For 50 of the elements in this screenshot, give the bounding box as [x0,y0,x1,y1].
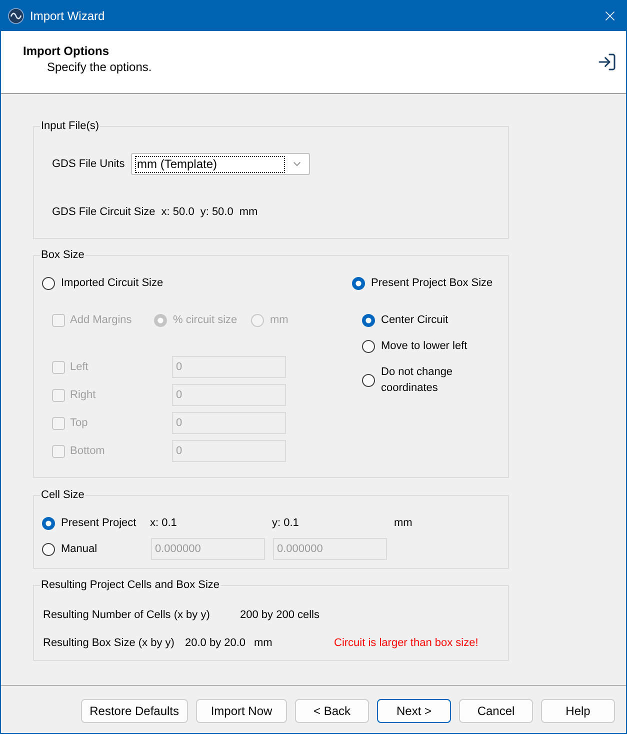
result-value: 20.0 by 20.0 [185,636,247,650]
option-label: Do not change coordinates [381,365,454,396]
radio-button[interactable] [362,314,375,326]
option-label: % circuit size [173,313,238,327]
unit-label: mm [239,205,258,219]
group-title: Resulting Project Cells and Box Size [40,578,221,592]
page-title: Import Options [23,43,110,59]
option-label: Imported Circuit Size [61,276,164,290]
dialog-button[interactable]: < Back [295,699,369,723]
warning-message: Circuit is larger than box size! [334,636,478,650]
result-value: 200 by 200 cells [240,608,320,622]
option-label: Add Margins [70,313,132,327]
radio-button[interactable] [42,516,55,530]
dialog-button[interactable]: Cancel [459,699,533,723]
cell-size-value: x: 0.1 [150,516,178,530]
option-label: Left [70,360,88,374]
option-label: Right [70,388,96,402]
radio-button[interactable] [362,374,375,386]
units-dropdown[interactable]: mm (Template) [131,153,310,175]
sine-wave-icon [8,8,24,24]
option-label: Bottom [70,444,105,458]
field-label: GDS File Circuit Size [52,205,156,219]
option-label: mm [270,313,288,327]
group-title: Cell Size [40,488,86,502]
option-label: Present Project [61,516,136,530]
group-title: Input File(s) [40,119,100,133]
window-title: Import Wizard [30,8,105,25]
cell-size-value: y: 0.1 [272,516,300,530]
size-value: x: 50.0 [161,205,194,219]
group-title: Box Size [40,248,86,262]
dialog-button[interactable]: Restore Defaults [80,699,188,723]
option-label: Center Circuit [381,313,448,328]
radio-button[interactable] [352,276,365,290]
dialog-button[interactable]: Help [541,699,615,723]
option-label: Top [70,416,88,430]
radio-button[interactable] [42,276,55,290]
dialog-button[interactable]: Next > [377,699,451,723]
radio-button[interactable] [362,340,375,352]
result-label: Resulting Number of Cells (x by y) [43,608,211,622]
result-label: Resulting Box Size (x by y) [43,636,176,650]
option-label: Present Project Box Size [371,276,493,290]
enter-icon [597,52,617,72]
dialog-button[interactable]: Import Now [196,699,287,723]
option-label: Manual [61,542,98,556]
unit-label: mm [394,516,412,530]
page-subtitle: Specify the options. [46,59,152,75]
field-label: GDS File Units [52,157,126,171]
unit-label: mm [254,636,274,650]
option-label: Move to lower left [381,339,468,354]
size-value: y: 50.0 [200,205,234,219]
